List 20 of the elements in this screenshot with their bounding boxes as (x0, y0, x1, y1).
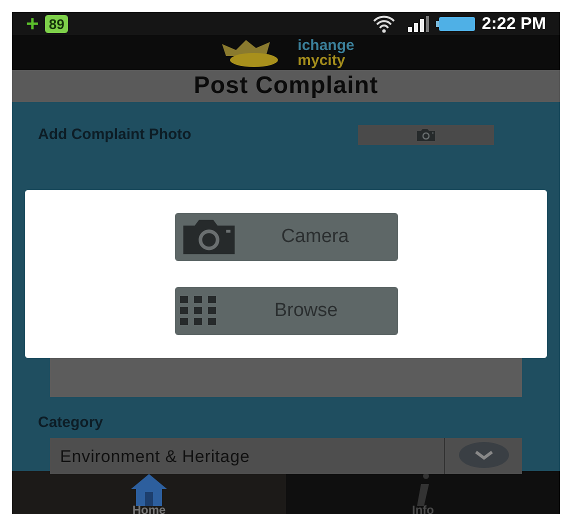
photo-label: Add Complaint Photo (38, 125, 192, 145)
camera-button[interactable]: Camera (174, 213, 398, 261)
battery-badge: 89 (44, 14, 68, 32)
signal-icon (408, 16, 430, 32)
chevron-down-icon (458, 442, 508, 468)
category-value: Environment & Heritage (59, 446, 251, 468)
logo-text: ichange (298, 38, 354, 52)
logo-text: mycity (298, 52, 346, 68)
browse-button[interactable]: Browse (174, 287, 398, 335)
camera-icon (415, 128, 437, 142)
category-dropdown[interactable]: Environment & Heritage (50, 438, 522, 474)
notification-plus: + (26, 12, 39, 34)
house-icon (129, 472, 169, 506)
category-label: Category (38, 414, 104, 430)
clock: 2:22 PM (482, 15, 546, 32)
nav-tab[interactable]: Home (12, 471, 286, 514)
battery-icon (436, 16, 476, 32)
wifi-icon (372, 14, 396, 32)
page-title: Post Complaint (194, 71, 378, 101)
nav-tab[interactable]: Info (286, 471, 560, 514)
